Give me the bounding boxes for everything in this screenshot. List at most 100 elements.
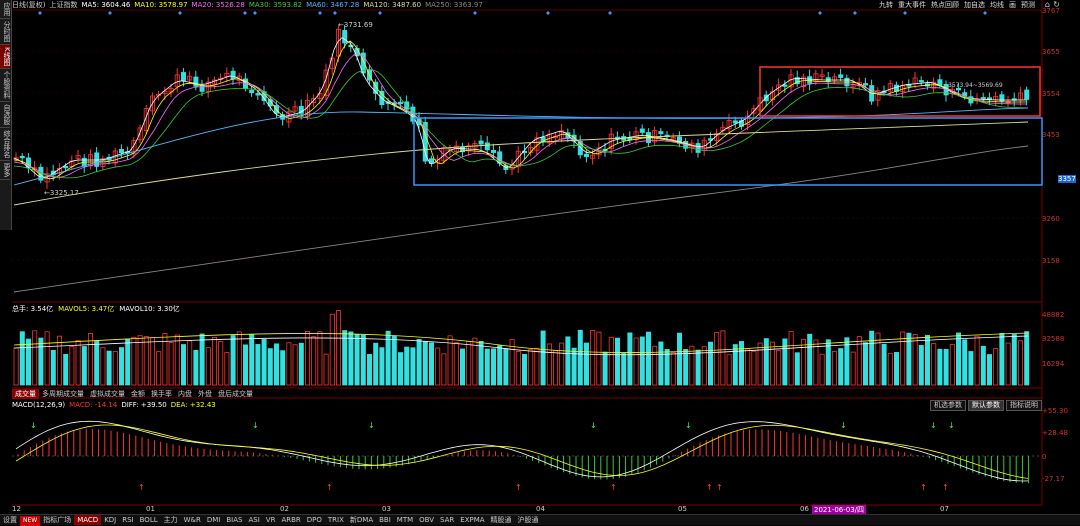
volume-bar <box>366 353 372 386</box>
volume-tab-2[interactable]: 虚拟成交量 <box>87 389 128 399</box>
ma250-line <box>13 145 1029 293</box>
volume-tab-5[interactable]: 内盘 <box>175 389 195 399</box>
signal-diamond <box>108 11 112 15</box>
volume-bar <box>112 351 118 386</box>
volume-bar <box>553 350 559 386</box>
volume-bar <box>286 342 292 386</box>
price-tick: 3260 <box>1042 215 1060 223</box>
volume-bar <box>478 341 484 386</box>
volume-tab-1[interactable]: 多周期成交量 <box>39 389 87 399</box>
volume-bar <box>391 335 397 386</box>
volume-tab-6[interactable]: 外盘 <box>195 389 215 399</box>
volume-bar <box>57 335 63 386</box>
volume-bar <box>125 338 131 386</box>
volume-bar <box>677 332 683 386</box>
volume-bar <box>757 342 763 386</box>
volume-bar <box>255 344 261 386</box>
macd-tick: -27.17 <box>1042 475 1065 483</box>
sell-arrow-icon: ↓ <box>948 421 955 430</box>
month-label: 01 <box>146 505 155 513</box>
price-tick: 3158 <box>1042 257 1060 265</box>
price-tick: 3357 <box>1058 175 1076 183</box>
volume-bar <box>528 349 534 386</box>
price-tick: 3453 <box>1042 131 1060 139</box>
volume-axis: 48882 32588 16294 <box>1042 305 1080 390</box>
indicator-tab-1[interactable]: NEW <box>20 516 41 526</box>
buy-arrow-icon: ↑ <box>706 483 713 492</box>
candle-body <box>249 89 255 94</box>
candle-body <box>658 131 664 135</box>
volume-bar <box>267 348 273 386</box>
volume-bar <box>280 350 286 386</box>
volume-bar <box>63 353 69 386</box>
signal-diamond <box>473 11 477 15</box>
signal-diamond <box>903 11 907 15</box>
volume-bar <box>559 342 565 386</box>
volume-bar <box>261 339 267 386</box>
signal-diamond <box>608 11 612 15</box>
volume-bar <box>956 332 962 386</box>
volume-bar <box>621 353 627 386</box>
macd-header: MACD(12,26,9) MACD: -14.14 DIFF: +39.50 DEA… <box>12 401 220 409</box>
volume-bar <box>931 343 937 386</box>
volume-bar <box>949 343 955 386</box>
volume-bar <box>187 340 193 386</box>
volume-bar <box>168 341 174 386</box>
volume-bar <box>304 331 310 386</box>
volume-bar <box>106 350 112 386</box>
kline-chart[interactable]: ←3731.69 ←3325.17 3573.94~3569.69 ↓ ↑ ↓ ↑ ↓ ↑ ↓ ↑ ↓… <box>0 0 1080 524</box>
volume-bar <box>565 336 571 386</box>
sell-arrow-icon: ↓ <box>590 421 597 430</box>
volume-bar <box>484 348 490 386</box>
volume-bar <box>763 338 769 386</box>
volume-bar <box>38 337 44 386</box>
signal-diamond <box>818 11 822 15</box>
buy-arrow-icon: ↑ <box>716 483 723 492</box>
volume-bar <box>732 344 738 386</box>
volume-tab-7[interactable]: 盘后成交量 <box>215 389 256 399</box>
volume-bar <box>869 330 875 386</box>
month-label: 06 <box>800 505 809 513</box>
sell-arrow-icon: ↓ <box>930 421 937 430</box>
sell-arrow-icon: ↓ <box>252 421 259 430</box>
volume-bar <box>522 353 528 386</box>
volume-bar <box>199 333 205 386</box>
volume-bar <box>379 347 385 386</box>
volume-bar <box>143 336 149 386</box>
volume-bar <box>832 351 838 386</box>
macd-param-tab-0[interactable]: 机选参数 <box>930 400 966 411</box>
volume-bar <box>608 336 614 386</box>
volume-bar <box>602 351 608 386</box>
candle-body <box>428 158 434 164</box>
candle-body <box>639 128 645 133</box>
price-axis: 3767 3655 3554 3453 3357 3260 3158 <box>1042 0 1080 300</box>
volume-bar <box>50 349 56 386</box>
volume-bar <box>466 341 472 386</box>
volume-bar <box>937 348 943 386</box>
volume-bar <box>428 342 434 386</box>
sell-arrow-icon: ↓ <box>368 421 375 430</box>
volume-bar <box>807 333 813 386</box>
volume-tab-3[interactable]: 金额 <box>128 389 148 399</box>
volume-tab-4[interactable]: 换手率 <box>148 389 175 399</box>
signal-diamond <box>853 11 857 15</box>
macd-param-tab-2[interactable]: 指标说明 <box>1006 400 1042 411</box>
volume-tick: 16294 <box>1042 360 1065 368</box>
volume-tab-0[interactable]: 成交量 <box>12 389 39 399</box>
volume-bar <box>149 337 155 386</box>
volume-bar <box>708 341 714 386</box>
volume-bar <box>193 350 199 386</box>
candle-body <box>918 80 924 83</box>
volume-tick: 32588 <box>1042 335 1065 343</box>
volume-bar <box>180 344 186 386</box>
volume-bar <box>360 334 366 386</box>
volume-bar <box>633 337 639 386</box>
candle-body <box>782 84 788 87</box>
volume-bar <box>887 352 893 386</box>
volume-bar <box>69 345 75 386</box>
volume-bar <box>44 331 50 386</box>
volume-bar <box>875 332 881 386</box>
macd-param-tab-1[interactable]: 默认参数 <box>968 400 1004 411</box>
candle-body <box>484 142 490 151</box>
signal-diamond <box>318 11 322 15</box>
